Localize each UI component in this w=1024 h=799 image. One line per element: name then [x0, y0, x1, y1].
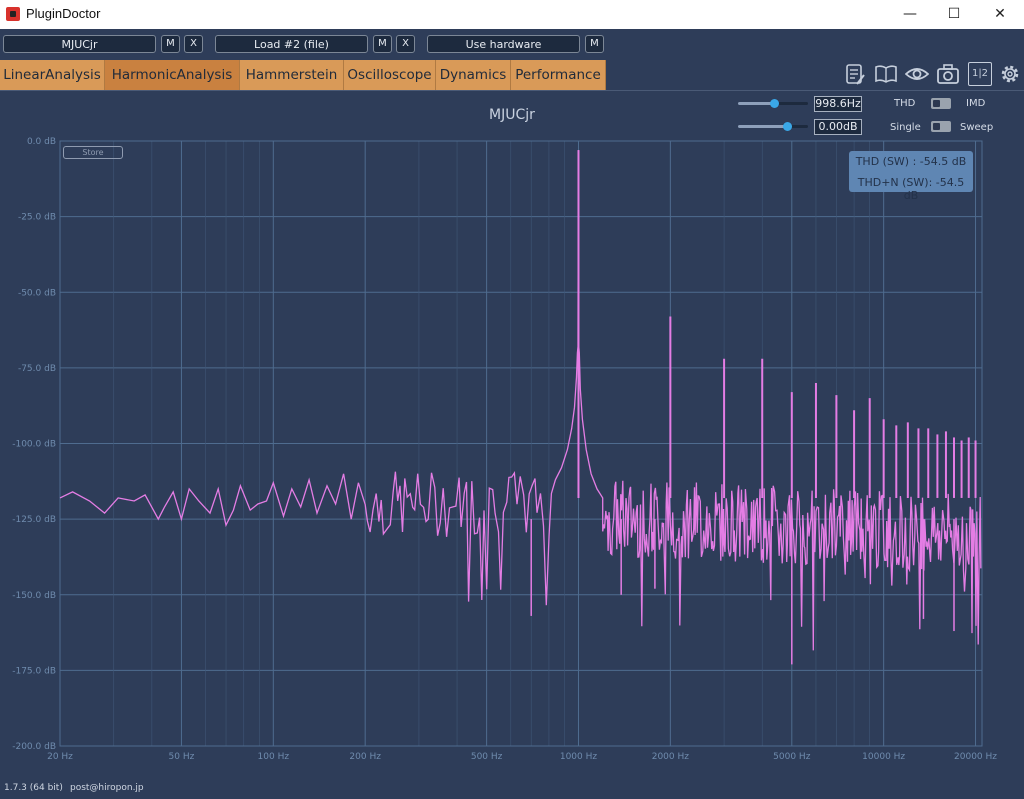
y-axis-labels: 0.0 dB -25.0 dB -50.0 dB -75.0 dB -100.0 dB -…	[12, 137, 56, 752]
spectrum-line	[59, 150, 982, 651]
x-axis-labels: 20 Hz 50 Hz 100 Hz 200 Hz 500 Hz 1000 Hz 2000 …	[47, 752, 997, 762]
y-tick-label: -200.0 dB	[12, 742, 56, 752]
harmonic-spectrum-chart[interactable]: 0.0 dB -25.0 dB -50.0 dB -75.0 dB -100.0 dB -…	[0, 0, 1024, 799]
x-tick-label: 500 Hz	[471, 752, 503, 762]
x-tick-label: 20000 Hz	[954, 752, 997, 762]
x-tick-label: 20 Hz	[47, 752, 73, 762]
thdn-sw-readout: THD+N (SW): -54.5 dB	[857, 176, 965, 202]
x-tick-label: 50 Hz	[169, 752, 195, 762]
x-tick-label: 2000 Hz	[652, 752, 690, 762]
x-tick-label: 200 Hz	[349, 752, 381, 762]
thd-sw-readout: THD (SW) : -54.5 dB	[855, 155, 967, 168]
x-tick-label: 5000 Hz	[773, 752, 811, 762]
y-tick-label: -125.0 dB	[12, 515, 56, 525]
x-tick-label: 10000 Hz	[862, 752, 905, 762]
thd-readout-panel: THD (SW) : -54.5 dB THD+N (SW): -54.5 dB	[849, 151, 973, 202]
x-tick-label: 1000 Hz	[560, 752, 598, 762]
y-tick-label: -175.0 dB	[12, 666, 56, 676]
y-tick-label: -100.0 dB	[12, 440, 56, 450]
y-tick-label: -75.0 dB	[18, 364, 56, 374]
y-tick-label: -150.0 dB	[12, 591, 56, 601]
y-tick-label: -25.0 dB	[18, 213, 56, 223]
chart-grid	[59, 140, 983, 747]
y-tick-label: 0.0 dB	[27, 137, 56, 147]
harmonic-spikes	[530, 150, 977, 665]
x-tick-label: 100 Hz	[258, 752, 290, 762]
store-button[interactable]: Store	[63, 146, 123, 159]
version-label: 1.7.3 (64 bit)	[4, 783, 63, 793]
y-tick-label: -50.0 dB	[18, 288, 56, 298]
contact-label: post@hiropon.jp	[70, 783, 144, 793]
